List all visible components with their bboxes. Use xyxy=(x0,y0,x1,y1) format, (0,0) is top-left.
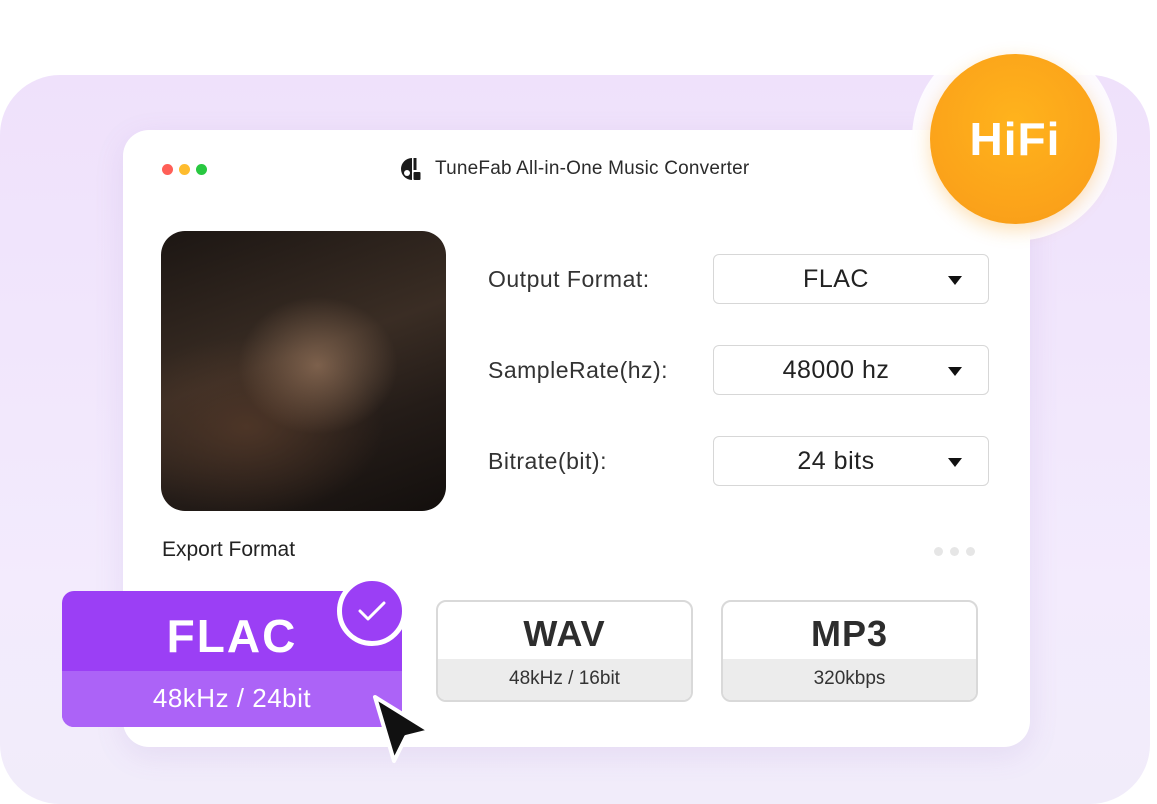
checkmark-icon xyxy=(358,601,386,621)
export-format-label: Export Format xyxy=(162,538,296,561)
minimize-window-button[interactable] xyxy=(179,164,190,175)
maximize-window-button[interactable] xyxy=(196,164,207,175)
dropdown-caret-icon xyxy=(948,367,962,376)
format-card-mp3[interactable]: MP3 320kbps xyxy=(721,600,978,702)
format-name: WAV xyxy=(523,613,606,654)
selected-check-badge xyxy=(337,576,407,646)
title-bar: TuneFab All-in-One Music Converter xyxy=(399,156,749,182)
close-window-button[interactable] xyxy=(162,164,173,175)
dropdown-caret-icon xyxy=(948,458,962,467)
window-title: TuneFab All-in-One Music Converter xyxy=(435,158,750,179)
bitrate-value: 24 bits xyxy=(797,447,875,475)
format-name: MP3 xyxy=(810,613,889,654)
format-spec: 48kHz / 24bit xyxy=(62,671,402,727)
bitrate-select[interactable]: 24 bits xyxy=(713,436,989,486)
samplerate-value: 48000 hz xyxy=(782,356,890,384)
hifi-badge: HiFi xyxy=(930,54,1100,224)
dropdown-caret-icon xyxy=(948,276,962,285)
album-cover-image xyxy=(161,231,446,511)
format-spec: 48kHz / 16bit xyxy=(438,659,691,700)
output-format-value: FLAC xyxy=(803,265,869,293)
cursor-arrow-icon xyxy=(373,695,432,763)
samplerate-label: SampleRate(hz): xyxy=(488,357,669,383)
hifi-badge-text: HiFi xyxy=(969,113,1061,165)
output-format-label: Output Format: xyxy=(488,266,650,292)
samplerate-select[interactable]: 48000 hz xyxy=(713,345,989,395)
format-card-wav[interactable]: WAV 48kHz / 16bit xyxy=(436,600,693,702)
more-dots-icon[interactable] xyxy=(934,547,975,556)
window-controls xyxy=(162,164,207,175)
output-format-select[interactable]: FLAC xyxy=(713,254,989,304)
format-spec: 320kbps xyxy=(723,659,976,700)
bitrate-label: Bitrate(bit): xyxy=(488,448,607,474)
app-logo-icon xyxy=(401,158,421,180)
